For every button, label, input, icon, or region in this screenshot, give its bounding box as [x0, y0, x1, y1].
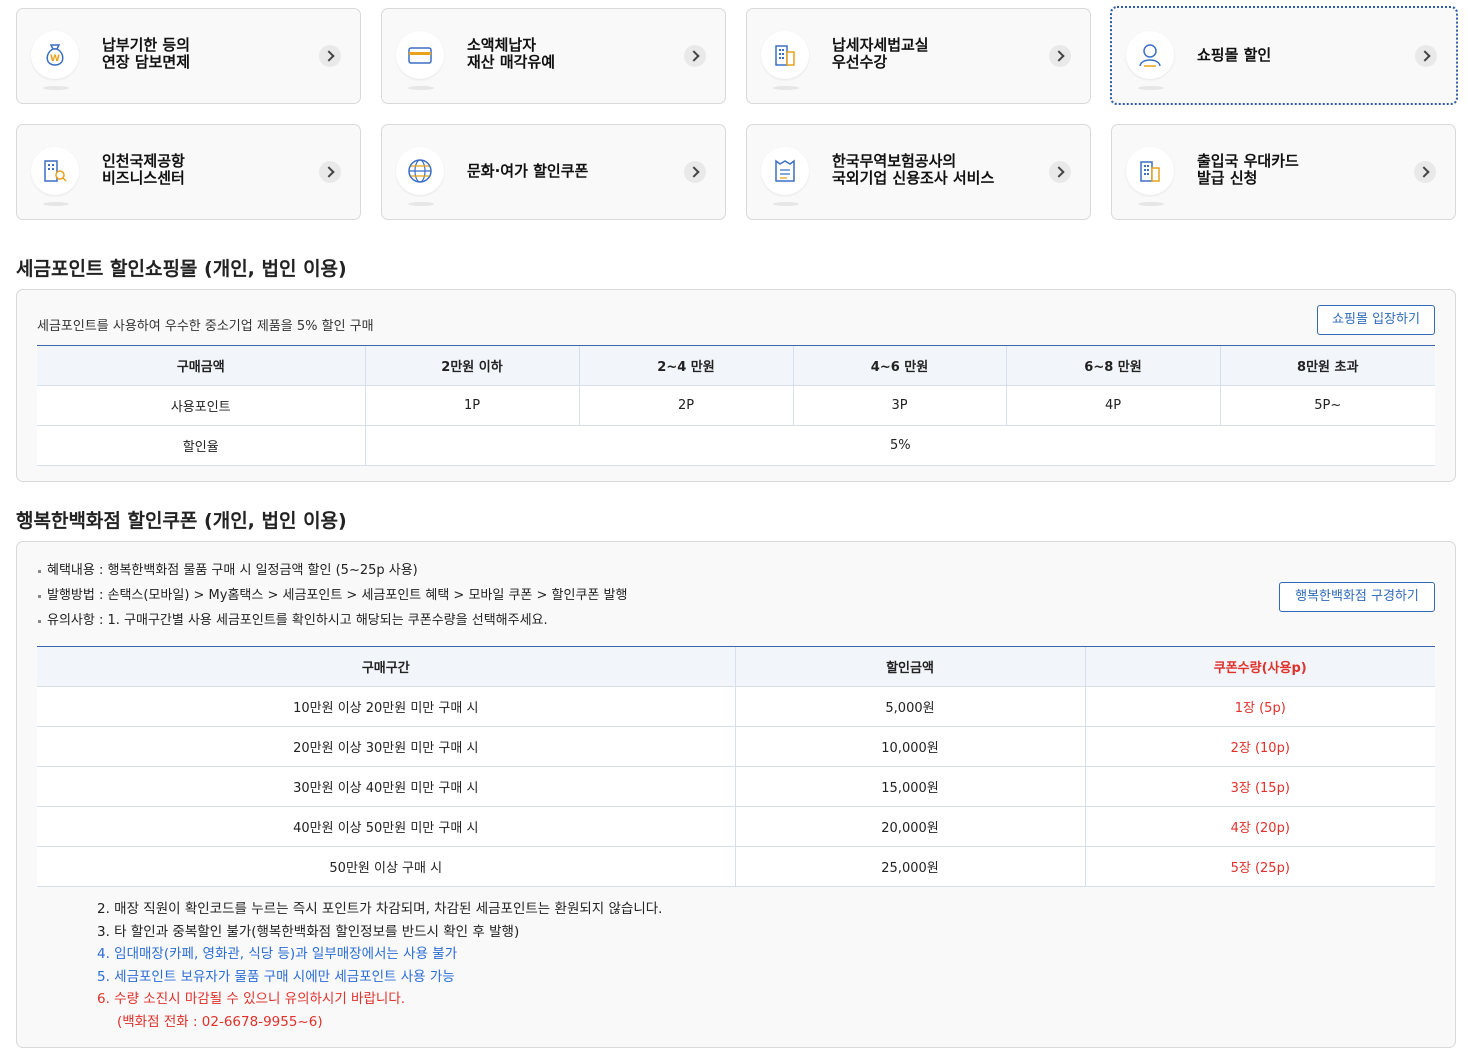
table-header-row: 구매금액 2만원 이하 2~4 만원 4~6 만원 6~8 만원 8만원 초과	[37, 345, 1435, 386]
table-cell: 3장 (15p)	[1084, 766, 1435, 807]
note-item: 4. 임대매장(카페, 영화관, 식당 등)과 일부매장에서는 사용 불가	[97, 946, 458, 963]
chevron-right-icon[interactable]	[319, 161, 341, 183]
globe-icon	[396, 147, 444, 206]
department-info-list: 혜택내용 : 행복한백화점 물품 구매 시 일정금액 할인 (5~25p 사용)…	[37, 560, 627, 635]
table-row: 할인율 5%	[37, 425, 1435, 466]
table-cell: 40만원 이상 50만원 미만 구매 시	[37, 806, 735, 847]
column-header: 2~4 만원	[578, 345, 793, 386]
table-row: 20만원 이상 30만원 미만 구매 시 10,000원 2장 (10p)	[37, 726, 1435, 767]
chevron-right-icon[interactable]	[1049, 161, 1071, 183]
table-cell: 5P~	[1219, 385, 1435, 426]
chevron-right-icon[interactable]	[1049, 45, 1071, 67]
table-row: 30만원 이상 40만원 미만 구매 시 15,000원 3장 (15p)	[37, 766, 1435, 807]
table-cell: 5장 (25p)	[1084, 846, 1435, 887]
table-cell: 15,000원	[734, 766, 1085, 807]
table-cell: 20,000원	[734, 806, 1085, 847]
table-cell: 10,000원	[734, 726, 1085, 767]
list-item: 혜택내용 : 행복한백화점 물품 구매 시 일정금액 할인 (5~25p 사용)	[37, 560, 627, 585]
table-cell: 1P	[364, 385, 579, 426]
shopping-description: 세금포인트를 사용하여 우수한 중소기업 제품을 5% 할인 구매	[37, 319, 374, 334]
column-header: 쿠폰수량(사용p)	[1084, 646, 1435, 687]
list-item: 발행방법 : 손택스(모바일) > My홈택스 > 세금포인트 > 세금포인트 …	[37, 585, 627, 610]
column-header: 6~8 만원	[1005, 345, 1220, 386]
row-label: 사용포인트	[37, 385, 365, 426]
card-trade-insurance[interactable]: 한국무역보험공사의 국외기업 신용조사 서비스	[746, 124, 1091, 220]
section-title-department: 행복한백화점 할인쿠폰 (개인, 법인 이용)	[16, 510, 347, 532]
column-header: 2만원 이하	[364, 345, 579, 386]
shopping-mall-enter-button[interactable]: 쇼핑몰 입장하기	[1317, 305, 1435, 335]
note-item: 5. 세금포인트 보유자가 물품 구매 시에만 세금포인트 사용 가능	[97, 968, 455, 985]
note-item: 2. 매장 직원이 확인코드를 누르는 즉시 포인트가 차감되며, 차감된 세금…	[97, 901, 663, 917]
card-label: 문화·여가 할인쿠폰	[467, 162, 589, 180]
table-row: 40만원 이상 50만원 미만 구매 시 20,000원 4장 (20p)	[37, 806, 1435, 847]
column-header: 할인금액	[734, 646, 1085, 687]
building-icon	[1126, 147, 1174, 206]
card-label: 납부기한 등의 연장 담보면제	[102, 36, 191, 71]
card-shopping-discount[interactable]: 쇼핑몰 할인	[1110, 6, 1458, 105]
svg-text:W: W	[50, 54, 60, 64]
table-cell: 5%	[364, 425, 1435, 466]
table-cell: 50만원 이상 구매 시	[37, 846, 735, 887]
table-cell: 25,000원	[734, 846, 1085, 887]
card-label: 인천국제공항 비즈니스센터	[102, 152, 185, 187]
card-label: 납세자세법교실 우선수강	[832, 36, 929, 71]
chevron-right-icon[interactable]	[1415, 45, 1437, 67]
column-header: 4~6 만원	[792, 345, 1006, 386]
department-panel: 혜택내용 : 행복한백화점 물품 구매 시 일정금액 할인 (5~25p 사용)…	[16, 541, 1456, 1048]
table-cell: 2장 (10p)	[1084, 726, 1435, 767]
table-cell: 1장 (5p)	[1084, 686, 1435, 727]
column-header: 8만원 초과	[1219, 345, 1435, 386]
chevron-right-icon[interactable]	[684, 161, 706, 183]
building-icon	[761, 31, 809, 90]
row-label: 할인율	[37, 425, 365, 466]
card-tax-class[interactable]: 납세자세법교실 우선수강	[746, 8, 1091, 104]
card-culture-coupon[interactable]: 문화·여가 할인쿠폰	[381, 124, 726, 220]
chevron-right-icon[interactable]	[319, 45, 341, 67]
department-phone: (백화점 전화 : 02-6678-9955~6)	[117, 1013, 323, 1030]
department-store-browse-button[interactable]: 행복한백화점 구경하기	[1279, 582, 1435, 612]
credit-card-icon	[396, 31, 444, 90]
money-bag-icon: W	[31, 31, 79, 90]
table-cell: 3P	[792, 385, 1006, 426]
shopping-panel: 세금포인트를 사용하여 우수한 중소기업 제품을 5% 할인 구매 쇼핑몰 입장…	[16, 289, 1456, 482]
chevron-right-icon[interactable]	[1414, 161, 1436, 183]
table-cell: 20만원 이상 30만원 미만 구매 시	[37, 726, 735, 767]
card-label: 출입국 우대카드 발급 신청	[1197, 152, 1299, 187]
table-header-row: 구매구간 할인금액 쿠폰수량(사용p)	[37, 646, 1435, 687]
user-icon	[1126, 31, 1174, 90]
section-title-shopping: 세금포인트 할인쇼핑몰 (개인, 법인 이용)	[16, 258, 347, 280]
card-small-delinquent[interactable]: 소액체납자 재산 매각유예	[381, 8, 726, 104]
column-header: 구매금액	[37, 345, 365, 386]
table-cell: 2P	[578, 385, 793, 426]
note-item: 6. 수량 소진시 마감될 수 있으니 유의하시기 바랍니다.	[97, 991, 406, 1008]
building-search-icon	[31, 147, 79, 206]
column-header: 구매구간	[37, 646, 735, 687]
table-cell: 5,000원	[734, 686, 1085, 727]
list-item: 유의사항 : 1. 구매구간별 사용 세금포인트를 확인하시고 해당되는 쿠폰수…	[37, 610, 627, 635]
table-cell: 4P	[1005, 385, 1220, 426]
shopping-points-table: 구매금액 2만원 이하 2~4 만원 4~6 만원 6~8 만원 8만원 초과 …	[37, 345, 1435, 466]
note-item: 3. 타 할인과 중복할인 불가(행복한백화점 할인정보를 반드시 확인 후 발…	[97, 923, 520, 940]
card-payment-extension[interactable]: W 납부기한 등의 연장 담보면제	[16, 8, 361, 104]
card-label: 소액체납자 재산 매각유예	[467, 36, 556, 71]
table-row: 사용포인트 1P 2P 3P 4P 5P~	[37, 385, 1435, 426]
card-incheon-airport[interactable]: 인천국제공항 비즈니스센터	[16, 124, 361, 220]
table-row: 50만원 이상 구매 시 25,000원 5장 (25p)	[37, 846, 1435, 887]
department-coupon-table: 구매구간 할인금액 쿠폰수량(사용p) 10만원 이상 20만원 미만 구매 시…	[37, 646, 1435, 887]
table-cell: 30만원 이상 40만원 미만 구매 시	[37, 766, 735, 807]
table-cell: 4장 (20p)	[1084, 806, 1435, 847]
department-notes: 2. 매장 직원이 확인코드를 누르는 즉시 포인트가 차감되며, 차감된 세금…	[97, 898, 662, 1034]
card-label: 쇼핑몰 할인	[1197, 46, 1272, 64]
card-label: 한국무역보험공사의 국외기업 신용조사 서비스	[832, 152, 995, 187]
table-cell: 10만원 이상 20만원 미만 구매 시	[37, 686, 735, 727]
chevron-right-icon[interactable]	[684, 45, 706, 67]
card-immigration-card[interactable]: 출입국 우대카드 발급 신청	[1111, 124, 1456, 220]
table-row: 10만원 이상 20만원 미만 구매 시 5,000원 1장 (5p)	[37, 686, 1435, 727]
document-icon	[761, 147, 809, 206]
